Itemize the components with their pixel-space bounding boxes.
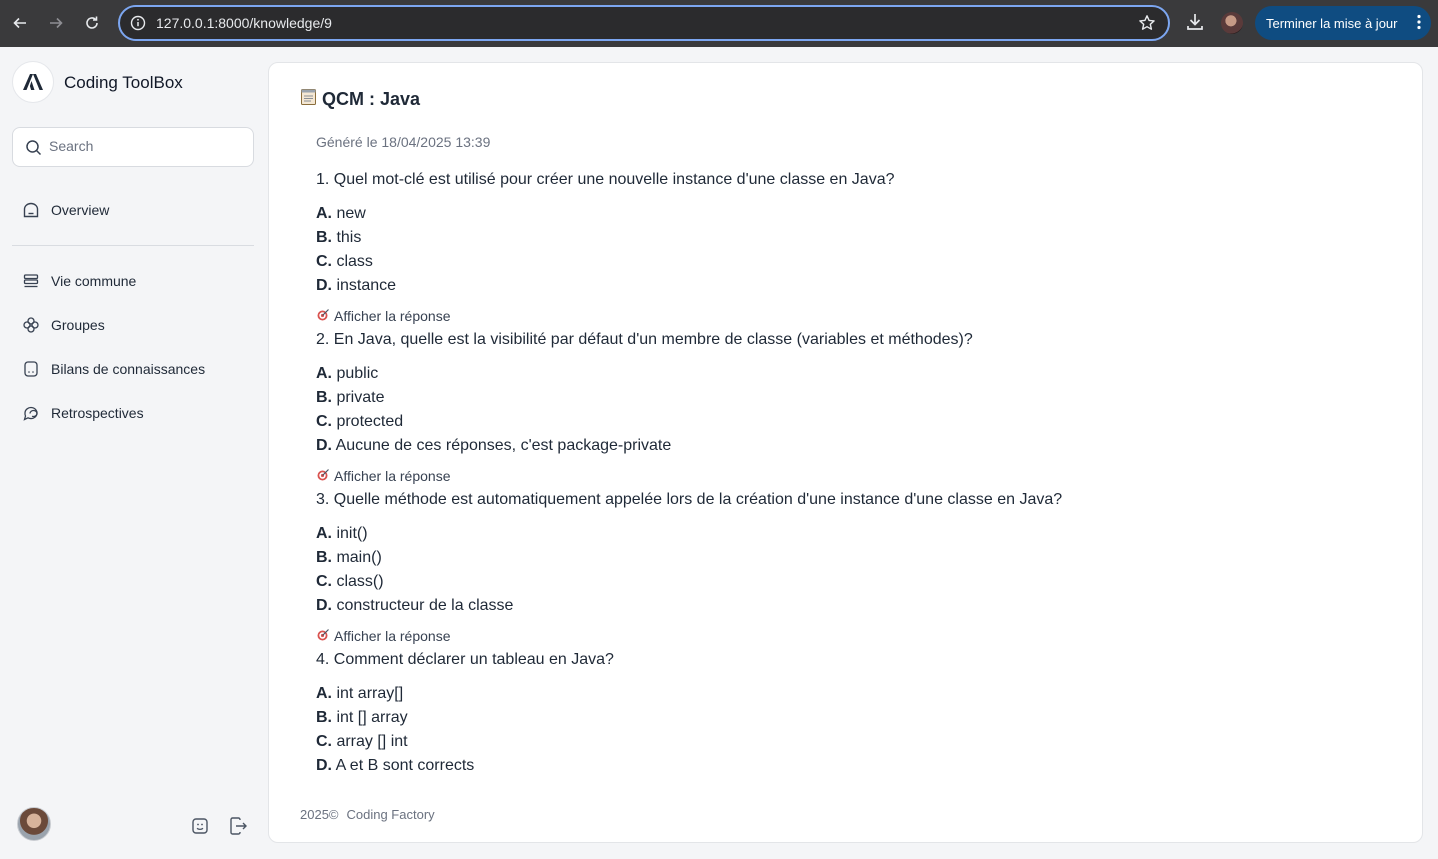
- profile-avatar[interactable]: [1221, 12, 1243, 34]
- sidebar-item-groupes[interactable]: Groupes: [22, 313, 105, 337]
- target-dart-icon: [316, 628, 330, 645]
- option-item: C. array [] int: [316, 733, 408, 750]
- clipboard-icon: [300, 88, 317, 111]
- question-text: 4. Comment déclarer un tableau en Java?: [316, 651, 614, 668]
- show-answer-label: Afficher la réponse: [334, 308, 451, 324]
- option-item: D. Aucune de ces réponses, c'est package…: [316, 437, 672, 454]
- show-answer-label: Afficher la réponse: [334, 468, 451, 484]
- sidebar-item-label: Groupes: [51, 317, 105, 333]
- bookmark-star-icon[interactable]: [1138, 14, 1156, 37]
- option-list: A. init() B. main() C. class() D. constr…: [316, 522, 1062, 618]
- app-logo[interactable]: [12, 61, 54, 103]
- option-item: A. public: [316, 365, 379, 382]
- footer-year: 2025©: [300, 807, 339, 822]
- search-icon: [25, 139, 42, 161]
- search-box: [12, 127, 254, 167]
- page-title-row: QCM : Java: [300, 88, 420, 111]
- reload-icon[interactable]: [81, 12, 103, 34]
- flower-icon: [22, 316, 40, 334]
- chat-icon: [22, 404, 40, 422]
- logout-icon[interactable]: [227, 815, 249, 837]
- show-answer-toggle[interactable]: Afficher la réponse: [316, 467, 973, 485]
- question-block: 3. Quelle méthode est automatiquement ap…: [316, 490, 1062, 645]
- sidebar-item-retrospectives[interactable]: Retrospectives: [22, 401, 144, 425]
- option-item: B. main(): [316, 549, 382, 566]
- forward-icon[interactable]: [45, 12, 67, 34]
- update-button[interactable]: Terminer la mise à jour: [1255, 6, 1431, 40]
- stack-icon: [22, 272, 40, 290]
- option-item: A. int array[]: [316, 685, 404, 702]
- question-block: 4. Comment déclarer un tableau en Java? …: [316, 650, 614, 778]
- question-text: 3. Quelle méthode est automatiquement ap…: [316, 491, 1063, 508]
- option-item: D. A et B sont corrects: [316, 757, 475, 774]
- home-icon: [22, 201, 40, 219]
- sidebar-item-label: Vie commune: [51, 273, 137, 289]
- footer: 2025© Coding Factory: [300, 807, 435, 822]
- search-input[interactable]: [49, 138, 239, 154]
- show-answer-toggle[interactable]: Afficher la réponse: [316, 627, 1062, 645]
- profile-card-icon[interactable]: [189, 815, 211, 837]
- update-button-label: Terminer la mise à jour: [1266, 15, 1398, 31]
- back-icon[interactable]: [9, 12, 31, 34]
- show-answer-label: Afficher la réponse: [334, 628, 451, 644]
- site-info-icon[interactable]: [130, 15, 146, 36]
- sidebar-item-label: Overview: [51, 202, 110, 218]
- question-block: 1. Quel mot-clé est utilisé pour créer u…: [316, 170, 895, 325]
- option-item: C. protected: [316, 413, 404, 430]
- qcm-card: QCM : Java Généré le 18/04/2025 13:39 1.…: [268, 62, 1423, 843]
- sidebar-item-label: Bilans de connaissances: [51, 361, 206, 377]
- target-dart-icon: [316, 308, 330, 325]
- option-item: B. int [] array: [316, 709, 408, 726]
- option-item: A. init(): [316, 525, 368, 542]
- question-text: 1. Quel mot-clé est utilisé pour créer u…: [316, 171, 895, 188]
- generated-date: Généré le 18/04/2025 13:39: [316, 134, 491, 150]
- app-name: Coding ToolBox: [64, 73, 183, 92]
- more-menu-icon[interactable]: [1417, 14, 1421, 33]
- option-item: C. class(): [316, 573, 384, 590]
- question-block: 2. En Java, quelle est la visibilité par…: [316, 330, 973, 485]
- download-icon[interactable]: [1185, 12, 1205, 37]
- option-item: D. instance: [316, 277, 397, 294]
- question-text: 2. En Java, quelle est la visibilité par…: [316, 331, 973, 348]
- sidebar-item-label: Retrospectives: [51, 405, 144, 421]
- url-text[interactable]: 127.0.0.1:8000/knowledge/9: [156, 15, 332, 31]
- show-answer-toggle[interactable]: Afficher la réponse: [316, 307, 895, 325]
- address-bar[interactable]: 127.0.0.1:8000/knowledge/9: [118, 5, 1170, 41]
- option-list: A. int array[] B. int [] array C. array …: [316, 682, 614, 778]
- sidebar-item-bilans[interactable]: Bilans de connaissances: [22, 357, 205, 381]
- option-item: C. class: [316, 253, 373, 270]
- option-item: D. constructeur de la classe: [316, 597, 514, 614]
- option-item: B. this: [316, 229, 362, 246]
- user-avatar[interactable]: [17, 807, 51, 841]
- document-icon: [22, 360, 40, 378]
- target-dart-icon: [316, 468, 330, 485]
- sidebar-item-vie-commune[interactable]: Vie commune: [22, 269, 136, 293]
- option-list: A. public B. private C. protected D. Auc…: [316, 362, 973, 458]
- sidebar-divider: [12, 245, 254, 246]
- sidebar-item-overview[interactable]: Overview: [22, 198, 109, 222]
- page-title: QCM : Java: [322, 89, 421, 109]
- browser-toolbar: 127.0.0.1:8000/knowledge/9 Terminer la m…: [0, 0, 1438, 47]
- option-item: B. private: [316, 389, 385, 406]
- option-item: A. new: [316, 205, 366, 222]
- footer-brand: Coding Factory: [346, 807, 435, 822]
- option-list: A. new B. this C. class D. instance: [316, 202, 895, 298]
- sidebar: Coding ToolBox Overview Vie commune Grou…: [0, 47, 268, 859]
